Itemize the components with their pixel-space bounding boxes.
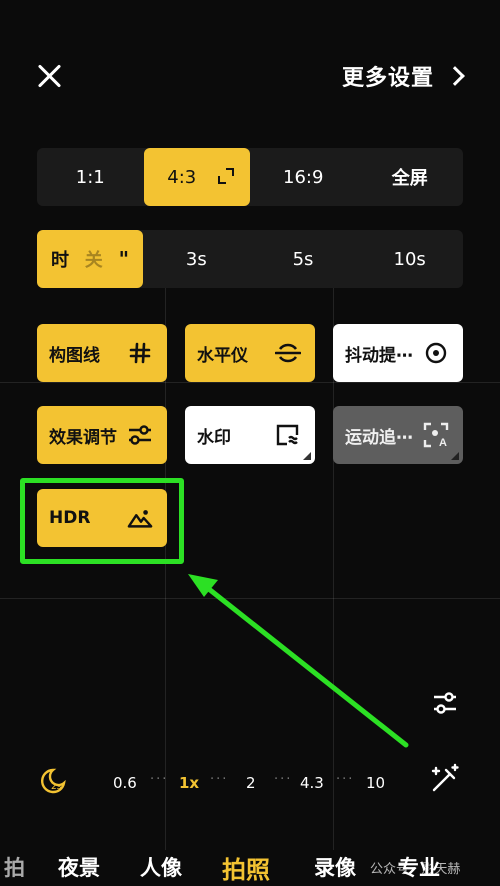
mode-item-night[interactable]: 夜景 (58, 852, 100, 882)
sliders-icon (434, 692, 456, 714)
zoom-dots: ··· (274, 772, 293, 787)
mode-item-video[interactable]: 录像 (314, 852, 356, 882)
mode-item-portrait[interactable]: 人像 (140, 852, 182, 882)
zoom-dots: ··· (210, 772, 229, 787)
zoom-option[interactable]: 2 (246, 774, 256, 792)
watermark-text: 公众号 · 影天赫 (370, 862, 461, 877)
annotation-arrow (188, 574, 409, 748)
adjust-settings-button[interactable] (428, 688, 462, 718)
zoom-bar: 0.6 ··· 1x ··· 2 ··· 4.3 ··· 10 (40, 768, 480, 798)
zoom-dots: ··· (150, 772, 169, 787)
mode-item-photo[interactable]: 拍照 (222, 850, 270, 885)
zoom-option[interactable]: 10 (366, 774, 385, 792)
zoom-option[interactable]: 4.3 (300, 774, 324, 792)
zoom-dots: ··· (336, 772, 355, 787)
zoom-option[interactable]: 0.6 (113, 774, 137, 792)
zoom-option-selected[interactable]: 1x (179, 774, 199, 792)
mode-item[interactable]: 拍 (4, 852, 25, 882)
